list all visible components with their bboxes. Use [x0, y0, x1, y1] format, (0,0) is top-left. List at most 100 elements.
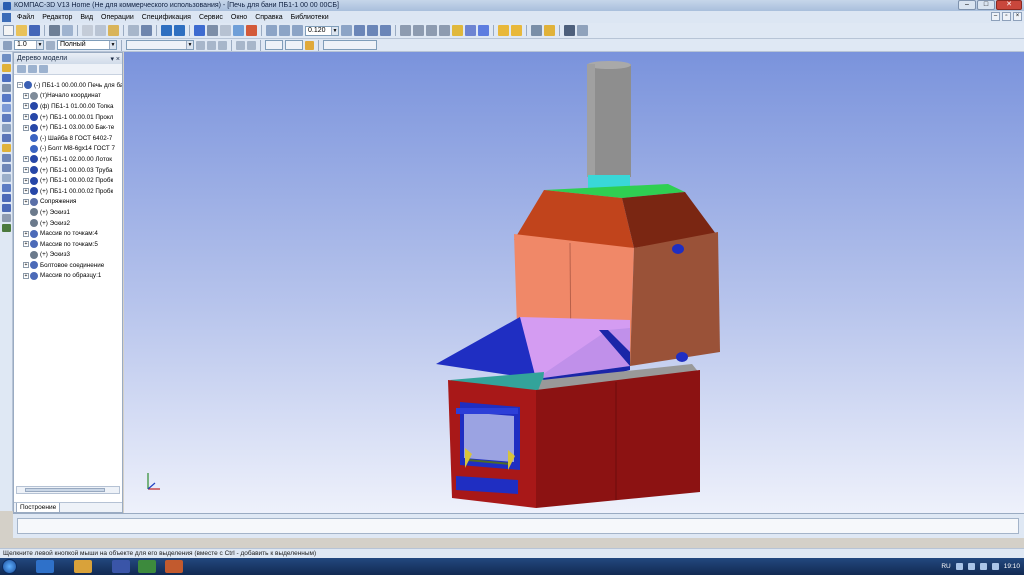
- cursor-icon[interactable]: [196, 40, 205, 50]
- zoom-out-icon[interactable]: [292, 25, 303, 36]
- measure-icon[interactable]: [544, 25, 555, 36]
- preview-icon[interactable]: [62, 25, 73, 36]
- 3d-viewport[interactable]: [124, 52, 1024, 513]
- expand-icon[interactable]: +: [23, 167, 29, 174]
- collapse-icon[interactable]: −: [17, 82, 23, 89]
- selection-icon[interactable]: [2, 164, 11, 172]
- undo-icon[interactable]: [161, 25, 172, 36]
- analysis-icon[interactable]: [2, 224, 11, 232]
- doc-minimize-button[interactable]: –: [991, 12, 1000, 21]
- tree-item[interactable]: (-) Болт М8-6gх14 ГОСТ 7: [14, 144, 122, 155]
- expand-icon[interactable]: +: [23, 241, 29, 248]
- pin-icon[interactable]: ▾: [110, 56, 114, 63]
- section-icon[interactable]: [564, 25, 575, 36]
- expand-icon[interactable]: +: [23, 156, 29, 163]
- expand-icon[interactable]: +: [23, 92, 29, 99]
- tank-plug-lower[interactable]: [676, 352, 688, 362]
- style-icon[interactable]: [46, 40, 55, 50]
- expand-icon[interactable]: +: [23, 103, 29, 110]
- menu-specification[interactable]: Спецификация: [138, 14, 195, 21]
- report-icon[interactable]: [2, 144, 11, 152]
- scrollbar-thumb[interactable]: [25, 488, 105, 492]
- pipeline-icon[interactable]: [2, 174, 11, 182]
- stove-model[interactable]: [124, 52, 1024, 513]
- tree-item[interactable]: + (+) ПБ1-1 02.00.00 Лоток: [14, 154, 122, 165]
- aux-geometry-icon[interactable]: [2, 104, 11, 112]
- variables-icon[interactable]: [233, 25, 244, 36]
- tree-item[interactable]: + (+) ПБ1-1 00.00.03 Труба: [14, 165, 122, 176]
- menu-help[interactable]: Справка: [251, 14, 286, 21]
- thin-hidden-lines-icon[interactable]: [426, 25, 437, 36]
- edit-details-icon[interactable]: [2, 54, 11, 62]
- hidden-lines-icon[interactable]: [413, 25, 424, 36]
- filter-icon[interactable]: [498, 25, 509, 36]
- rotate-icon[interactable]: [367, 25, 378, 36]
- expand-icon[interactable]: +: [23, 262, 29, 269]
- redo-icon[interactable]: [174, 25, 185, 36]
- tree-item[interactable]: (-) Шайба 8 ГОСТ 6402-7: [14, 133, 122, 144]
- coord-y-field[interactable]: [285, 40, 303, 50]
- view-manager-icon[interactable]: [531, 25, 542, 36]
- tree-filter-icon[interactable]: [39, 65, 48, 73]
- tree-item[interactable]: + (+) ПБ1-1 03.00.00 Бак-те: [14, 122, 122, 133]
- ie-taskbar-icon[interactable]: [36, 560, 54, 573]
- zoom-all-icon[interactable]: [341, 25, 352, 36]
- language-indicator[interactable]: RU: [941, 563, 950, 570]
- chevron-down-icon[interactable]: ▼: [36, 41, 43, 49]
- layers-icon[interactable]: [194, 25, 205, 36]
- open-icon[interactable]: [16, 25, 27, 36]
- tree-item[interactable]: + (+) ПБ1-1 00.00.02 Пробк: [14, 175, 122, 186]
- chevron-down-icon[interactable]: ▼: [331, 26, 338, 35]
- no-hidden-lines-icon[interactable]: [439, 25, 450, 36]
- app-taskbar-icon[interactable]: [165, 560, 183, 573]
- tree-horizontal-scrollbar[interactable]: [16, 486, 120, 494]
- tree-item[interactable]: + Массив по образцу:1: [14, 271, 122, 282]
- tree-item[interactable]: (+) Эскиз2: [14, 218, 122, 229]
- doc-close-button[interactable]: ×: [1013, 12, 1022, 21]
- menu-window[interactable]: Окно: [227, 14, 251, 21]
- explorer-taskbar-icon[interactable]: [74, 560, 92, 573]
- mcs-icon[interactable]: [577, 25, 588, 36]
- document-icon[interactable]: [2, 12, 11, 22]
- tree-item[interactable]: + (+) ПБ1-1 00.00.02 Пробк: [14, 186, 122, 197]
- menu-editor[interactable]: Редактор: [38, 14, 76, 21]
- flag-icon[interactable]: [979, 563, 987, 570]
- layer-select[interactable]: ▼: [126, 40, 194, 50]
- line-scale-field[interactable]: 1.0 ▼: [14, 40, 44, 50]
- snap-binding-icon[interactable]: [305, 40, 314, 50]
- doc-restore-button[interactable]: ▫: [1002, 12, 1011, 21]
- wireframe-icon[interactable]: [400, 25, 411, 36]
- local-cs-icon[interactable]: [236, 40, 245, 50]
- clock[interactable]: 19:10: [1004, 563, 1020, 570]
- new-document-icon[interactable]: [3, 25, 14, 36]
- paste-icon[interactable]: [108, 25, 119, 36]
- close-button[interactable]: ✕: [996, 0, 1022, 10]
- ortho-icon[interactable]: [247, 40, 256, 50]
- zoom-field[interactable]: 0.120 ▼: [305, 25, 339, 36]
- chevron-down-icon[interactable]: ▼: [186, 41, 193, 49]
- tree-item[interactable]: + (ф) ПБ1-1 01.00.00 Топка: [14, 101, 122, 112]
- tree-item[interactable]: + Сопряжения: [14, 197, 122, 208]
- part-edit-icon[interactable]: [2, 64, 11, 72]
- fire-door-handle-bar[interactable]: [456, 408, 518, 414]
- halftone-icon[interactable]: [452, 25, 463, 36]
- selection-filter-icon[interactable]: [511, 25, 522, 36]
- properties-panel[interactable]: [17, 518, 1019, 534]
- mate-icon[interactable]: [2, 94, 11, 102]
- tree-item[interactable]: + (+) ПБ1-1 00.00.01 Прокл: [14, 112, 122, 123]
- tree-item[interactable]: + Болтовое соединение: [14, 260, 122, 271]
- halftone-edges-icon[interactable]: [465, 25, 476, 36]
- tree-item[interactable]: + Массив по точкам:5: [14, 239, 122, 250]
- expand-icon[interactable]: +: [23, 114, 29, 121]
- menu-view[interactable]: Вид: [76, 14, 97, 21]
- copy-icon[interactable]: [95, 25, 106, 36]
- menu-operations[interactable]: Операции: [97, 14, 138, 21]
- tree-item[interactable]: + Массив по точкам:4: [14, 228, 122, 239]
- sheet-metal-icon[interactable]: [2, 184, 11, 192]
- print-icon[interactable]: [49, 25, 60, 36]
- scene-icon[interactable]: [2, 214, 11, 222]
- assembly-tools-icon[interactable]: [2, 74, 11, 82]
- tank-plug-upper[interactable]: [672, 244, 684, 254]
- expand-icon[interactable]: +: [23, 230, 29, 237]
- chevron-down-icon[interactable]: ▼: [109, 41, 116, 49]
